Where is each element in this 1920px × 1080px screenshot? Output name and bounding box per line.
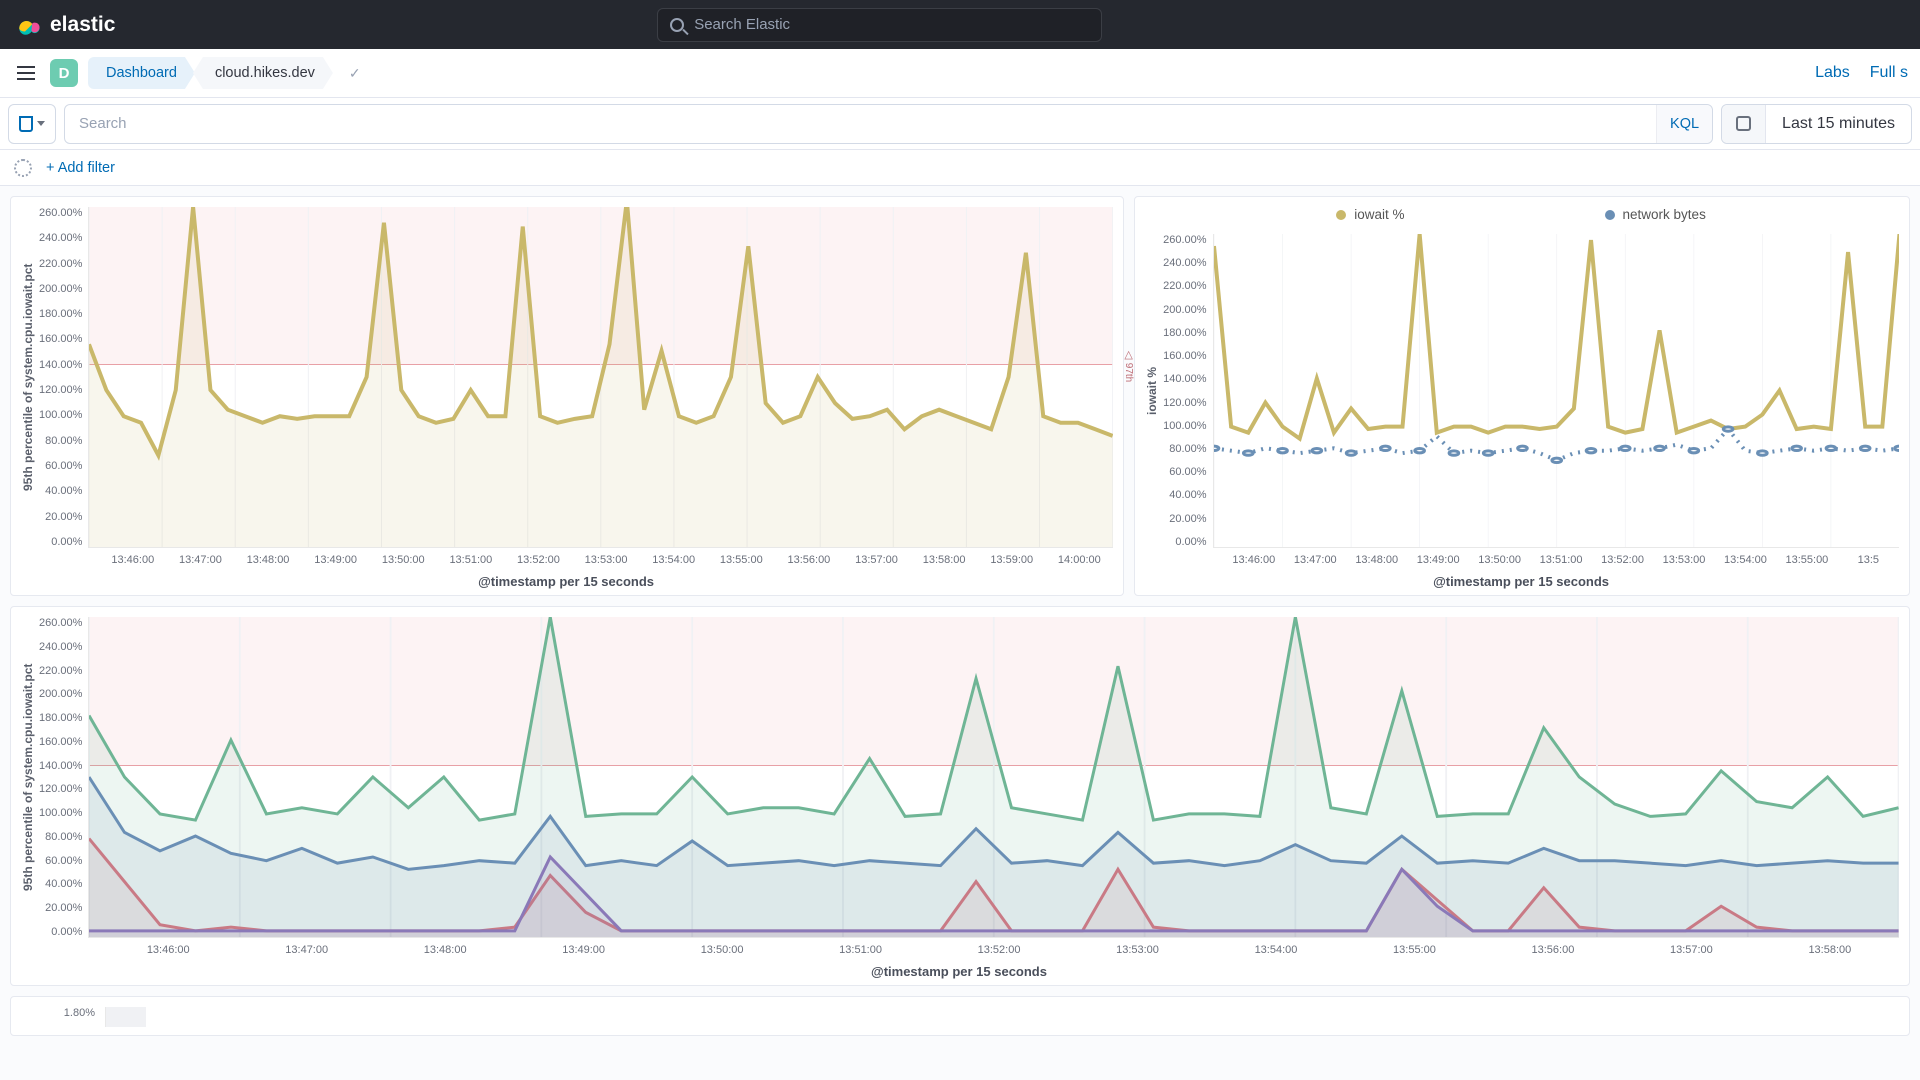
dashboard-body: 95th percentile of system.cpu.iowait.pct… [0,186,1920,1046]
query-bar: Search KQL Last 15 minutes [0,98,1920,150]
check-icon: ✓ [349,65,361,82]
filter-options-icon[interactable] [14,159,32,177]
x-axis-ticks: 13:46:0013:47:0013:48:0013:49:0013:50:00… [1223,554,1899,566]
panel-multi-series: 95th percentile of system.cpu.iowait.pct… [10,606,1910,986]
panel-iowait-network: iowait %network bytes iowait % 260.00%24… [1134,196,1910,596]
y-axis-title: 95th percentile of system.cpu.iowait.pct [19,617,37,938]
elastic-logo-icon [16,12,42,38]
app-header: elastic Search Elastic [0,0,1920,49]
y-axis-title: 95th percentile of system.cpu.iowait.pct [19,207,37,548]
chart-plot-area[interactable] [88,617,1899,938]
y-axis-title: iowait % [1143,234,1161,548]
x-axis-title: @timestamp per 15 seconds [19,964,1899,979]
global-search-placeholder: Search Elastic [694,16,790,33]
labs-link[interactable]: Labs [1815,64,1850,82]
y-axis-ticks: 260.00%240.00%220.00%200.00%180.00%160.0… [37,617,88,938]
x-axis-title: @timestamp per 15 seconds [1143,574,1899,589]
filter-bar: + Add filter [0,150,1920,186]
nav-toggle-button[interactable] [12,59,40,87]
global-search-input[interactable]: Search Elastic [657,8,1102,42]
time-range-label: Last 15 minutes [1766,115,1911,133]
sub-header: D Dashboard cloud.hikes.dev ✓ Labs Full … [0,49,1920,98]
x-axis-ticks: 13:46:0013:47:0013:48:0013:49:0013:50:00… [99,944,1899,956]
elastic-logo[interactable]: elastic [16,12,115,38]
chart-plot-area[interactable]: 97th [88,207,1113,548]
kql-toggle[interactable]: KQL [1656,105,1712,143]
y-tick: 1.80% [55,1007,95,1019]
panel-cutoff: 1.80% [10,996,1910,1036]
chevron-down-icon [37,121,45,126]
y-axis-ticks: 260.00%240.00%220.00%200.00%180.00%160.0… [37,207,88,548]
panel-iowait-percentile: 95th percentile of system.cpu.iowait.pct… [10,196,1124,596]
x-axis-title: @timestamp per 15 seconds [19,574,1113,589]
chart-legend: iowait %network bytes [1143,207,1899,222]
query-placeholder: Search [79,115,127,132]
x-axis-ticks: 13:46:0013:47:0013:48:0013:49:0013:50:00… [99,554,1113,566]
brand-text: elastic [50,13,115,37]
time-picker[interactable]: Last 15 minutes [1721,104,1912,144]
space-selector[interactable]: D [50,59,78,87]
y-axis-ticks: 260.00%240.00%220.00%200.00%180.00%160.0… [1161,234,1212,548]
search-icon [670,18,684,32]
breadcrumb-dashboard[interactable]: Dashboard [88,57,195,89]
chart-plot-area[interactable] [1213,234,1899,548]
breadcrumb: Dashboard cloud.hikes.dev [88,57,333,89]
calendar-icon [1722,105,1766,143]
add-filter-button[interactable]: + Add filter [46,160,115,176]
saved-query-button[interactable] [8,104,56,144]
breadcrumb-current[interactable]: cloud.hikes.dev [193,57,333,89]
query-input[interactable]: Search KQL [64,104,1713,144]
disk-icon [19,116,33,132]
fullscreen-link[interactable]: Full s [1870,64,1908,82]
